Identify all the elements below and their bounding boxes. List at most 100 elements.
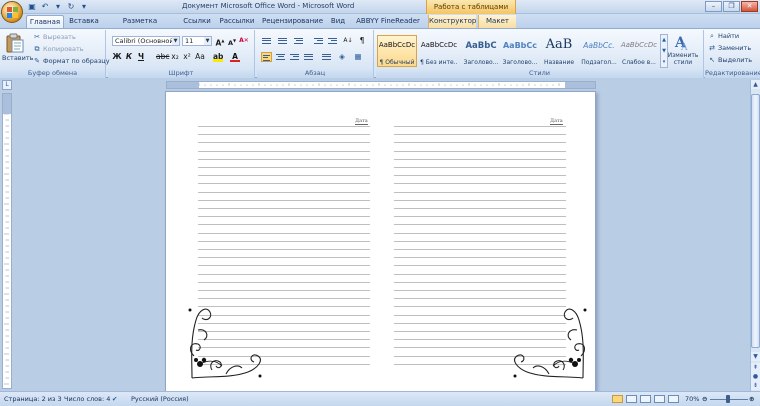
strikethrough-icon[interactable]: abc [156, 52, 169, 62]
tab-selector[interactable]: L [2, 80, 12, 90]
format-painter-button[interactable]: ✎ Формат по образцу [33, 57, 110, 65]
style-subtle-emphasis[interactable]: AaBbCcDc Слабое в... [619, 35, 659, 67]
customize-qat-icon[interactable]: ▾ [79, 2, 89, 12]
numbering-icon[interactable] [277, 36, 288, 46]
web-layout-icon[interactable] [640, 395, 651, 403]
bold-icon[interactable]: Ж [112, 52, 122, 62]
ruled-line [198, 191, 370, 193]
align-left-icon[interactable] [261, 52, 272, 62]
font-family-combo[interactable]: Calibri (Основной текст)▼ [112, 36, 180, 46]
tab-design[interactable]: Конструктор [428, 15, 476, 28]
next-page-icon[interactable]: ⇟ [751, 381, 760, 390]
zoom-out-icon[interactable]: ⊖ [702, 395, 707, 403]
increase-indent-icon[interactable] [327, 36, 338, 46]
cut-button[interactable]: ✂ Вырезать [33, 33, 76, 41]
tab-references[interactable]: Ссылки [180, 15, 214, 28]
clear-format-icon[interactable]: A✕ [239, 36, 249, 46]
full-screen-reading-icon[interactable] [626, 395, 637, 403]
dropdown-icon[interactable]: ▾ [53, 2, 63, 12]
style-normal[interactable]: AaBbCcDc ¶ Обычный [377, 35, 417, 67]
style-sample: AaBbCc. [583, 41, 615, 50]
font-color-icon[interactable]: A [230, 52, 240, 62]
outline-icon[interactable] [654, 395, 665, 403]
editing-group-label: Редактирование [705, 69, 760, 78]
redo-icon[interactable]: ↻ [66, 2, 76, 12]
paste-icon[interactable] [6, 33, 24, 53]
tab-insert[interactable]: Вставка [66, 15, 102, 28]
paste-button[interactable]: Вставить [2, 54, 33, 62]
close-button[interactable]: ✕ [741, 1, 758, 12]
ruled-line [198, 142, 370, 144]
copy-button[interactable]: ⧉ Копировать [33, 45, 84, 53]
shading-icon[interactable]: ◈ [337, 52, 347, 62]
ruled-line [394, 240, 566, 242]
style-heading-2[interactable]: AaBbCc Заголово... [500, 35, 540, 67]
zoom-level[interactable]: 70% [685, 395, 699, 403]
superscript-icon[interactable]: x² [182, 52, 192, 62]
replace-button[interactable]: ⇄ Заменить [708, 44, 751, 52]
align-right-icon[interactable] [289, 52, 300, 62]
justify-icon[interactable] [303, 52, 314, 62]
undo-icon[interactable]: ↶ [40, 2, 50, 12]
zoom-in-icon[interactable]: ⊕ [749, 395, 754, 403]
copy-icon: ⧉ [34, 45, 40, 53]
page-counter[interactable]: Страница: 2 из 3 [4, 395, 62, 403]
scroll-up-icon[interactable]: ▲ [751, 80, 760, 89]
horizontal-ruler[interactable] [166, 81, 596, 89]
sort-icon[interactable]: A↓ [343, 36, 353, 46]
change-styles-button[interactable]: Изменить стили [664, 52, 702, 66]
borders-icon[interactable]: ▦ [353, 52, 363, 62]
ruled-line [394, 232, 566, 234]
scroll-thumb[interactable] [751, 94, 760, 348]
zoom-slider-knob[interactable] [726, 395, 730, 403]
shrink-font-icon[interactable]: A▼ [227, 36, 237, 47]
restore-button[interactable]: ❐ [723, 1, 740, 12]
tab-layout[interactable]: Макет [478, 15, 516, 28]
grow-font-icon[interactable]: A▲ [215, 36, 225, 48]
font-group: Calibri (Основной текст)▼ 11▼ A▲ A▼ A✕ Ж… [108, 30, 255, 78]
word-count[interactable]: Число слов: 4 [64, 395, 110, 403]
font-size-combo[interactable]: 11 ▼ [182, 36, 212, 46]
tab-view[interactable]: Вид [328, 15, 348, 28]
decrease-indent-icon[interactable] [313, 36, 324, 46]
tab-abbyy[interactable]: ABBYY FineReader 12 [352, 15, 424, 38]
select-button[interactable]: ↖ Выделить [708, 56, 752, 64]
office-button[interactable] [1, 1, 23, 23]
vertical-scrollbar[interactable]: ▲ ▼ ⇞ ● ⇟ [750, 80, 760, 391]
style-heading-1[interactable]: AaBbC Заголово... [461, 35, 501, 67]
style-subtitle[interactable]: AaBbCc. Подзагол... [579, 35, 619, 67]
chevron-down-icon: ▼ [172, 37, 179, 45]
print-layout-icon[interactable] [612, 395, 623, 403]
minimize-button[interactable]: – [705, 1, 722, 12]
line-spacing-icon[interactable] [321, 52, 332, 62]
ruled-line [198, 134, 370, 136]
save-icon[interactable]: ▣ [27, 2, 37, 12]
browse-object-icon[interactable]: ● [751, 372, 760, 381]
style-sample: AaB [545, 37, 573, 52]
pilcrow-icon[interactable]: ¶ [357, 36, 367, 46]
language-indicator[interactable]: Русский (Россия) [131, 395, 189, 403]
tab-page-layout[interactable]: Разметка страницы [106, 15, 174, 38]
draft-icon[interactable] [668, 395, 679, 403]
spellcheck-icon[interactable]: ✔ [112, 395, 117, 403]
change-styles-icon[interactable]: A A [674, 33, 692, 51]
change-case-icon[interactable]: Aa [195, 52, 205, 62]
tab-review[interactable]: Рецензирование [262, 15, 323, 28]
tab-mailings[interactable]: Рассылки [218, 15, 256, 28]
subscript-icon[interactable]: x₂ [170, 52, 180, 62]
style-title[interactable]: AaB Название [539, 35, 579, 67]
style-no-spacing[interactable]: AaBbCcDc ¶ Без инте... [419, 35, 459, 67]
vertical-ruler[interactable] [2, 93, 12, 389]
scissors-icon: ✂ [34, 33, 40, 41]
scroll-down-icon[interactable]: ▼ [751, 352, 760, 361]
document-page[interactable]: Дата Дата [165, 91, 596, 393]
italic-icon[interactable]: К [124, 52, 134, 62]
multilevel-list-icon[interactable] [293, 36, 304, 46]
tab-home[interactable]: Главная [26, 15, 64, 28]
previous-page-icon[interactable]: ⇞ [751, 363, 760, 372]
align-center-icon[interactable] [275, 52, 286, 62]
highlight-icon[interactable]: ab [213, 52, 223, 62]
bullets-icon[interactable] [261, 36, 272, 46]
underline-icon[interactable]: Ч [136, 52, 146, 62]
find-button[interactable]: ⌕ Найти [708, 32, 739, 40]
